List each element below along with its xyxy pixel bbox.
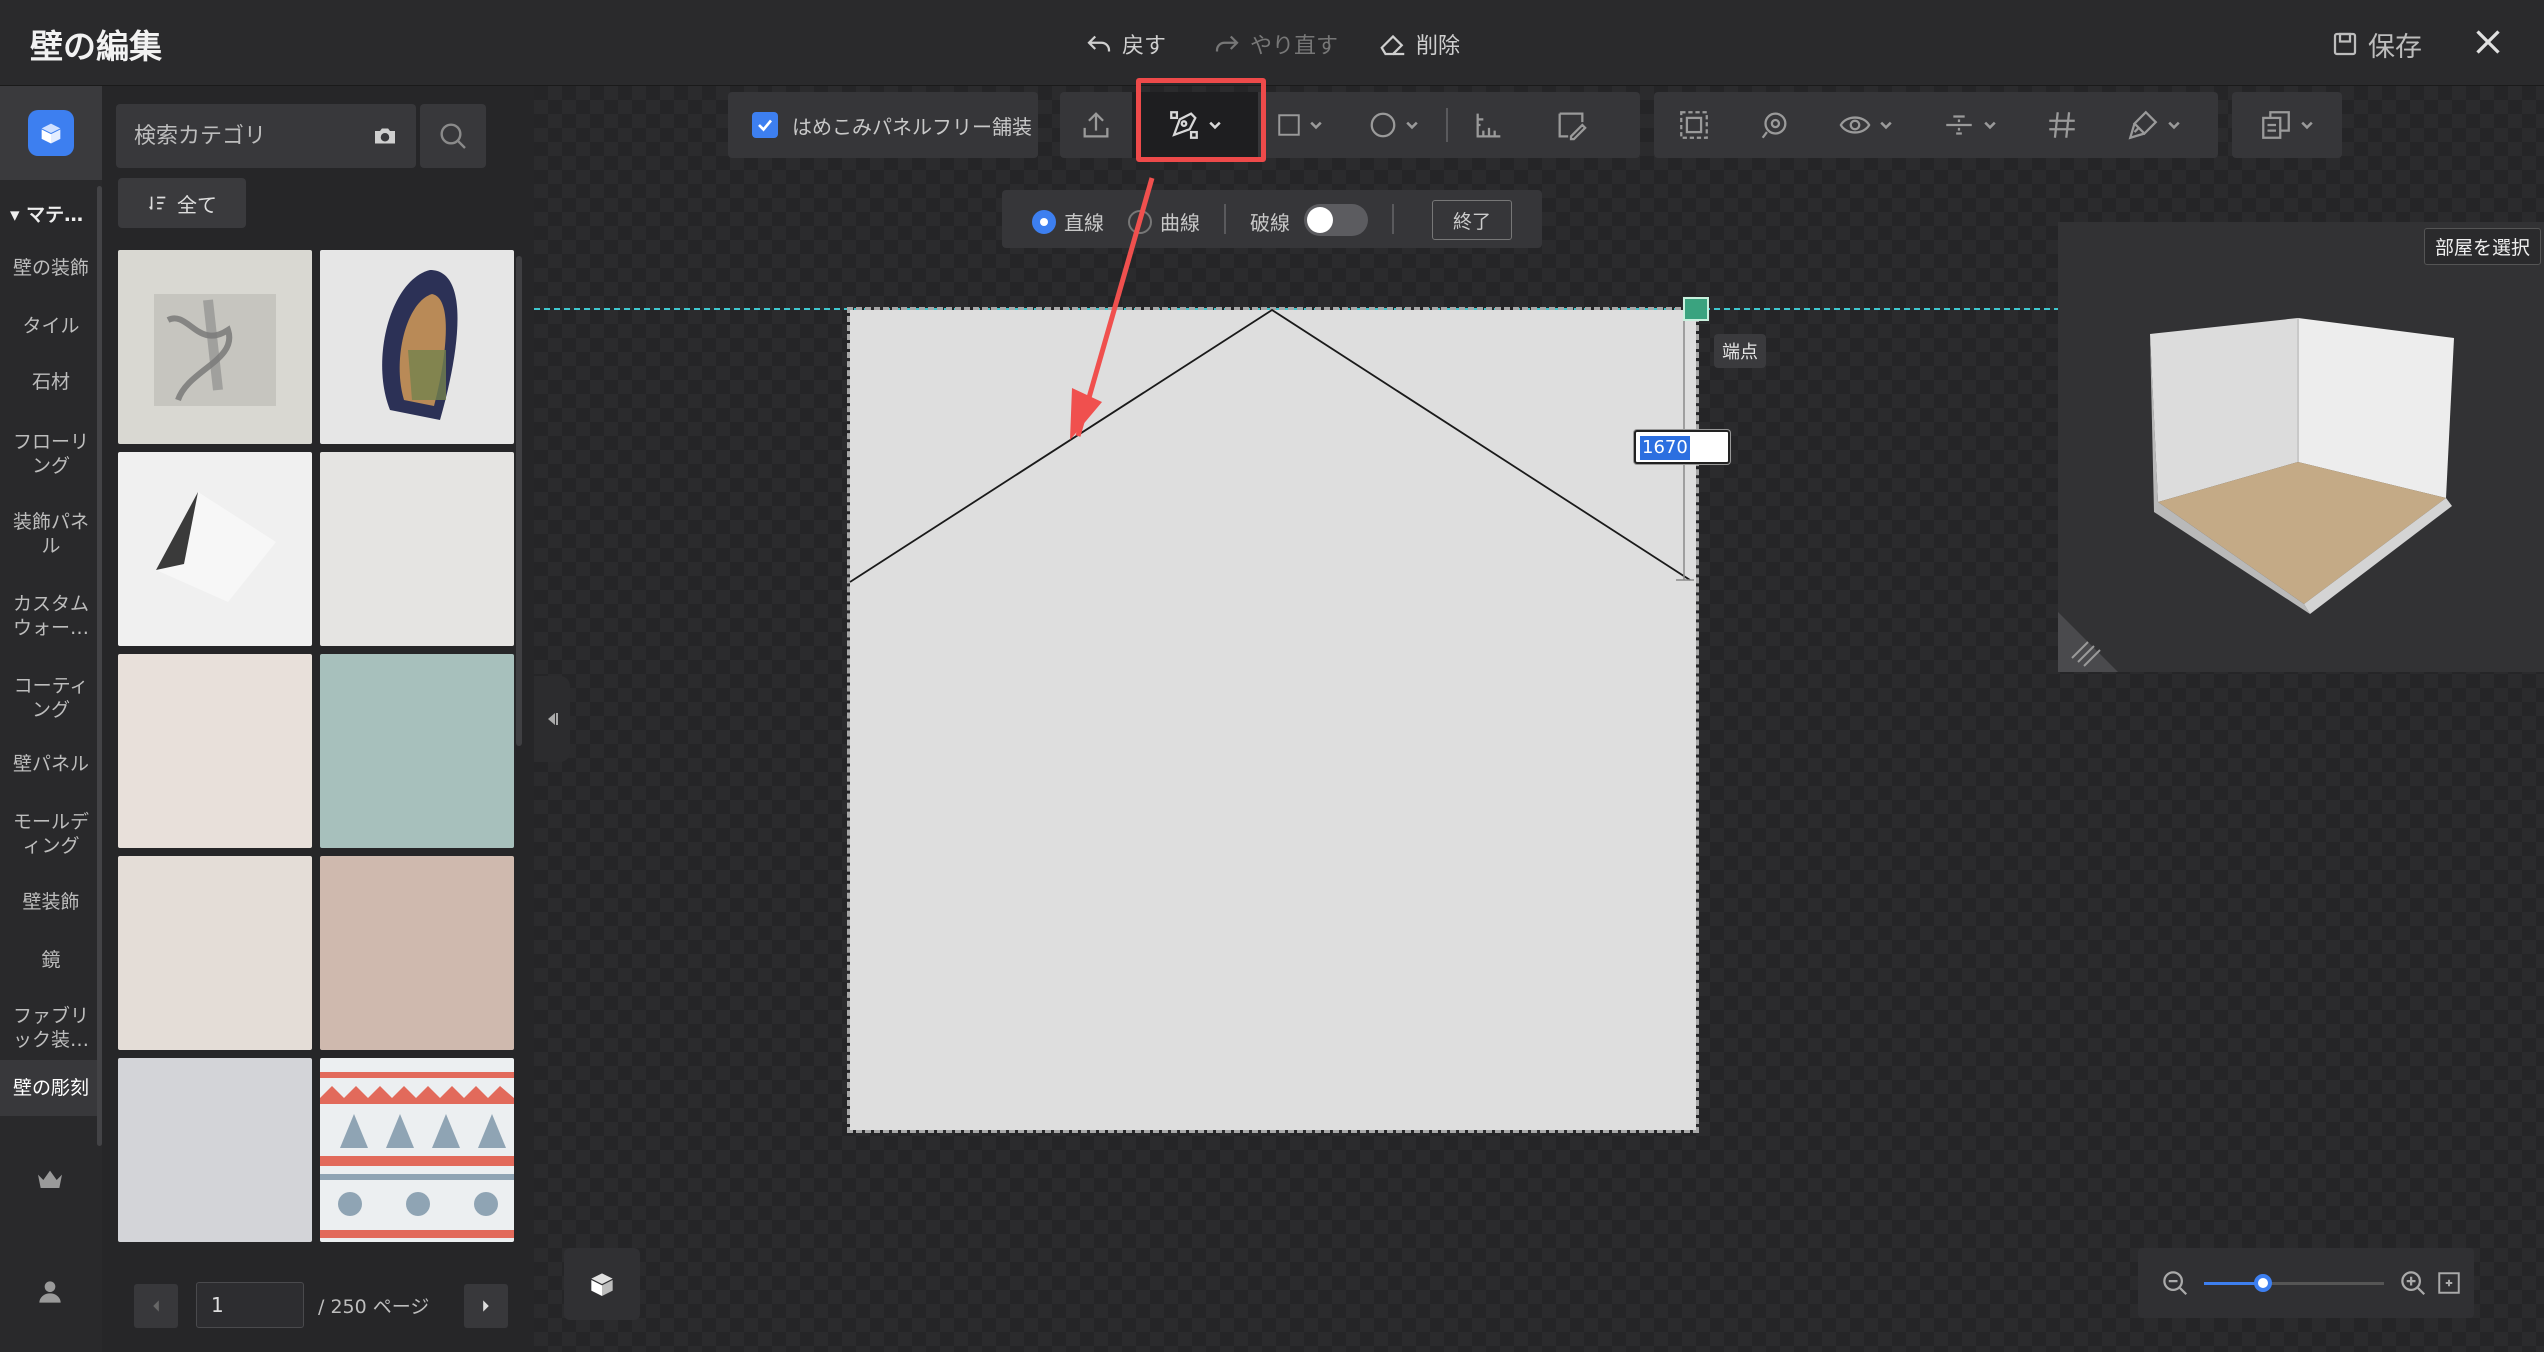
- vertex-tooltip: 端点: [1714, 334, 1766, 368]
- zoom-in-icon[interactable]: [2398, 1268, 2428, 1298]
- drawn-polyline: [849, 177, 1694, 583]
- room-3d-model: [2058, 318, 2454, 672]
- select-room-button[interactable]: 部屋を選択: [2424, 228, 2542, 265]
- 3d-view-button[interactable]: [564, 1248, 640, 1320]
- zoom-control: [2138, 1248, 2474, 1318]
- zoom-out-icon[interactable]: [2160, 1268, 2190, 1298]
- cube-icon: [591, 1273, 613, 1296]
- fit-screen-icon[interactable]: [2436, 1270, 2462, 1296]
- dimension-value: 1670: [1640, 436, 1690, 460]
- zoom-slider-knob[interactable]: [2254, 1274, 2273, 1292]
- room-3d-preview[interactable]: [2058, 222, 2544, 672]
- dimension-input[interactable]: 1670: [1634, 430, 1730, 464]
- zoom-slider[interactable]: [2204, 1274, 2384, 1292]
- wall-editor-app: 壁の編集 戻す やり直す 削除 保存 ▾ マテ… 壁の装飾 タイル 石材 フロー…: [0, 0, 2544, 1352]
- vertex-handle[interactable]: [1683, 297, 1709, 321]
